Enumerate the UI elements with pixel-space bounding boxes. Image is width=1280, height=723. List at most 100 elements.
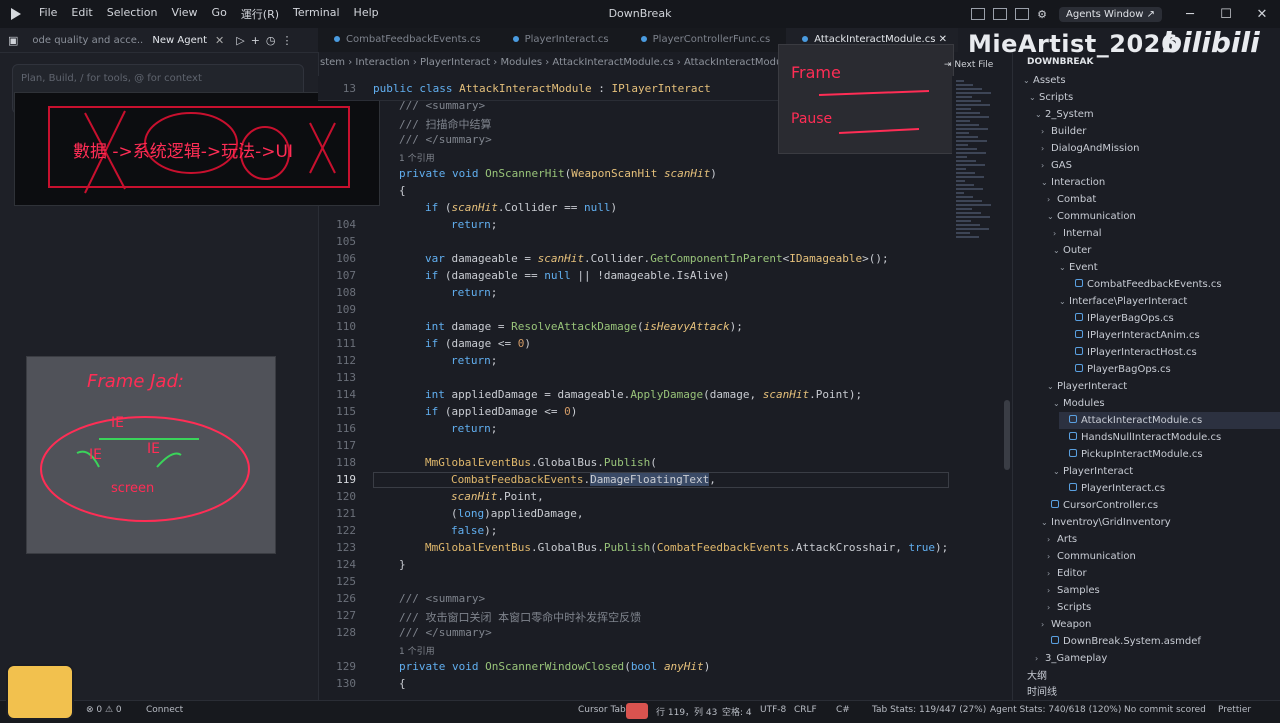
- editor-scrollbar[interactable]: [1004, 400, 1010, 470]
- commit-status[interactable]: No commit scored: [1124, 705, 1206, 715]
- search-icon[interactable]: [626, 703, 648, 719]
- menu-item-5[interactable]: 運行(R): [234, 6, 286, 22]
- explorer-item-label: IPlayerBagOps.cs: [1087, 313, 1174, 324]
- explorer-file[interactable]: DownBreak.System.asmdef: [1041, 633, 1280, 650]
- close-icon[interactable]: ✕: [1244, 7, 1280, 22]
- menu-item-4[interactable]: Go: [205, 6, 234, 22]
- chevron-right-icon: ›: [1041, 161, 1045, 170]
- editor-tab-1[interactable]: PlayerInteract.cs: [497, 28, 625, 52]
- layout-bottom-icon[interactable]: [993, 8, 1008, 20]
- prettier-status[interactable]: Prettier: [1218, 705, 1251, 715]
- minimap-line: [956, 188, 983, 190]
- add-icon[interactable]: +: [251, 34, 260, 47]
- explorer-folder[interactable]: ⌄ Communication: [1047, 208, 1280, 225]
- explorer-folder[interactable]: › GAS: [1041, 157, 1280, 174]
- explorer-folder[interactable]: › Communication: [1047, 548, 1280, 565]
- next-file-hint[interactable]: ⇥ Next File: [944, 60, 993, 70]
- explorer-file[interactable]: CursorController.cs: [1041, 497, 1280, 514]
- cursor-tab-status[interactable]: Cursor Tab: [578, 705, 626, 715]
- minimap-line: [956, 224, 980, 226]
- explorer-folder[interactable]: › Arts: [1047, 531, 1280, 548]
- explorer-folder[interactable]: ⌄ PlayerInteract: [1053, 463, 1280, 480]
- menu-item-2[interactable]: Selection: [100, 6, 165, 22]
- explorer-folder[interactable]: ⌄ 2_System: [1035, 106, 1280, 123]
- agent-tab-new[interactable]: New Agent: [144, 35, 215, 46]
- menu-item-0[interactable]: File: [32, 6, 64, 22]
- menu-item-3[interactable]: View: [164, 6, 204, 22]
- explorer-folder[interactable]: ⌄ Event: [1059, 259, 1280, 276]
- explorer-folder[interactable]: ⌄ Scripts: [1029, 89, 1280, 106]
- explorer-file[interactable]: PlayerInteract.cs: [1059, 480, 1280, 497]
- encoding-status[interactable]: UTF-8: [760, 705, 786, 715]
- outline-section[interactable]: 大纲: [1027, 668, 1047, 685]
- minimap-line: [956, 184, 974, 186]
- explorer-file[interactable]: PickupInteractModule.cs: [1059, 446, 1280, 463]
- code-line: int damage = ResolveAttackDamage(isHeavy…: [425, 320, 743, 333]
- cursor-position[interactable]: 行 119，列 43: [656, 705, 717, 718]
- explorer-folder[interactable]: ⌄ Interaction: [1041, 174, 1280, 191]
- chevron-right-icon: ›: [1041, 620, 1045, 629]
- more-icon[interactable]: ⋮: [282, 34, 293, 47]
- explorer-folder[interactable]: › Weapon: [1041, 616, 1280, 633]
- menu-item-7[interactable]: Help: [347, 6, 386, 22]
- explorer-file[interactable]: IPlayerInteractHost.cs: [1065, 344, 1280, 361]
- explorer-file[interactable]: IPlayerBagOps.cs: [1065, 310, 1280, 327]
- close-tab-icon[interactable]: ✕: [215, 34, 224, 47]
- explorer-folder[interactable]: › Builder: [1041, 123, 1280, 140]
- explorer-folder[interactable]: › Combat: [1047, 191, 1280, 208]
- sidebar-toggle-icon[interactable]: ▣: [8, 34, 18, 47]
- agent-tab-previous[interactable]: ode quality and acce...: [24, 35, 144, 46]
- explorer-folder[interactable]: ⌄ PlayerInteract: [1047, 378, 1280, 395]
- agent-stats[interactable]: Agent Stats: 740/618 (120%): [990, 705, 1121, 715]
- menu-item-1[interactable]: Edit: [64, 6, 99, 22]
- explorer-folder[interactable]: › 3_Gameplay: [1035, 650, 1280, 667]
- explorer-file[interactable]: HandsNullInteractModule.cs: [1059, 429, 1280, 446]
- history-icon[interactable]: ◷: [266, 34, 276, 47]
- layout-left-icon[interactable]: [971, 8, 986, 20]
- explorer-item-label: IPlayerInteractAnim.cs: [1087, 330, 1200, 341]
- connect-button[interactable]: Connect: [146, 705, 183, 715]
- explorer-folder[interactable]: ⌄ Interface\PlayerInteract: [1059, 293, 1280, 310]
- sketch-note-frame: Frame: [791, 63, 841, 82]
- editor-tab-2[interactable]: PlayerControllerFunc.cs: [625, 28, 787, 52]
- csharp-file-icon: [1075, 313, 1083, 321]
- explorer-file[interactable]: AttackInteractModule.cs: [1059, 412, 1280, 429]
- explorer-folder[interactable]: › Editor: [1047, 565, 1280, 582]
- editor-tab-0[interactable]: CombatFeedbackEvents.cs: [318, 28, 497, 52]
- explorer-folder[interactable]: ⌄ Inventroy\GridInventory: [1041, 514, 1280, 531]
- minimap-line: [956, 132, 969, 134]
- explorer-folder[interactable]: › DialogAndMission: [1041, 140, 1280, 157]
- explorer-file[interactable]: IPlayerInteractAnim.cs: [1065, 327, 1280, 344]
- line-number: 118: [336, 456, 356, 469]
- indent-status[interactable]: 空格: 4: [722, 705, 752, 718]
- code-line: MmGlobalEventBus.GlobalBus.Publish(: [425, 456, 657, 469]
- explorer-folder[interactable]: ⌄ Modules: [1053, 395, 1280, 412]
- language-status[interactable]: C#: [836, 705, 850, 715]
- problems-indicator[interactable]: ⊗ 0 ⚠ 0: [86, 705, 122, 715]
- tab-stats[interactable]: Tab Stats: 119/447 (27%): [872, 705, 986, 715]
- maximize-icon[interactable]: ☐: [1208, 7, 1244, 22]
- settings-gear-icon[interactable]: ⚙: [1037, 8, 1047, 21]
- explorer-folder[interactable]: › Samples: [1047, 582, 1280, 599]
- minimap[interactable]: [952, 76, 1000, 698]
- reference-count-lens[interactable]: 1 个引用: [373, 151, 435, 164]
- timeline-section[interactable]: 时间线: [1027, 684, 1057, 700]
- explorer-file[interactable]: PlayerBagOps.cs: [1065, 361, 1280, 378]
- minimap-line: [956, 192, 964, 194]
- explorer-folder[interactable]: › Scripts: [1047, 599, 1280, 616]
- minimap-line: [956, 140, 987, 142]
- explorer-file[interactable]: CombatFeedbackEvents.cs: [1065, 276, 1280, 293]
- explorer-folder[interactable]: ⌄ Outer: [1053, 242, 1280, 259]
- eol-status[interactable]: CRLF: [794, 705, 817, 715]
- minimap-line: [956, 156, 967, 158]
- run-icon[interactable]: ▷: [236, 34, 244, 47]
- explorer-folder[interactable]: ⌄ Assets: [1023, 72, 1280, 89]
- sketch-label-ie-2: IE: [89, 447, 102, 463]
- minimize-icon[interactable]: ─: [1172, 7, 1208, 22]
- explorer-folder[interactable]: › Internal: [1053, 225, 1280, 242]
- reference-count-lens[interactable]: 1 个引用: [373, 644, 435, 657]
- layout-right-icon[interactable]: [1015, 8, 1030, 20]
- agents-window-button[interactable]: Agents Window ↗: [1059, 6, 1162, 22]
- code-editor[interactable]: 13 public class AttackInteractModule : IP…: [318, 76, 950, 698]
- menu-item-6[interactable]: Terminal: [286, 6, 347, 22]
